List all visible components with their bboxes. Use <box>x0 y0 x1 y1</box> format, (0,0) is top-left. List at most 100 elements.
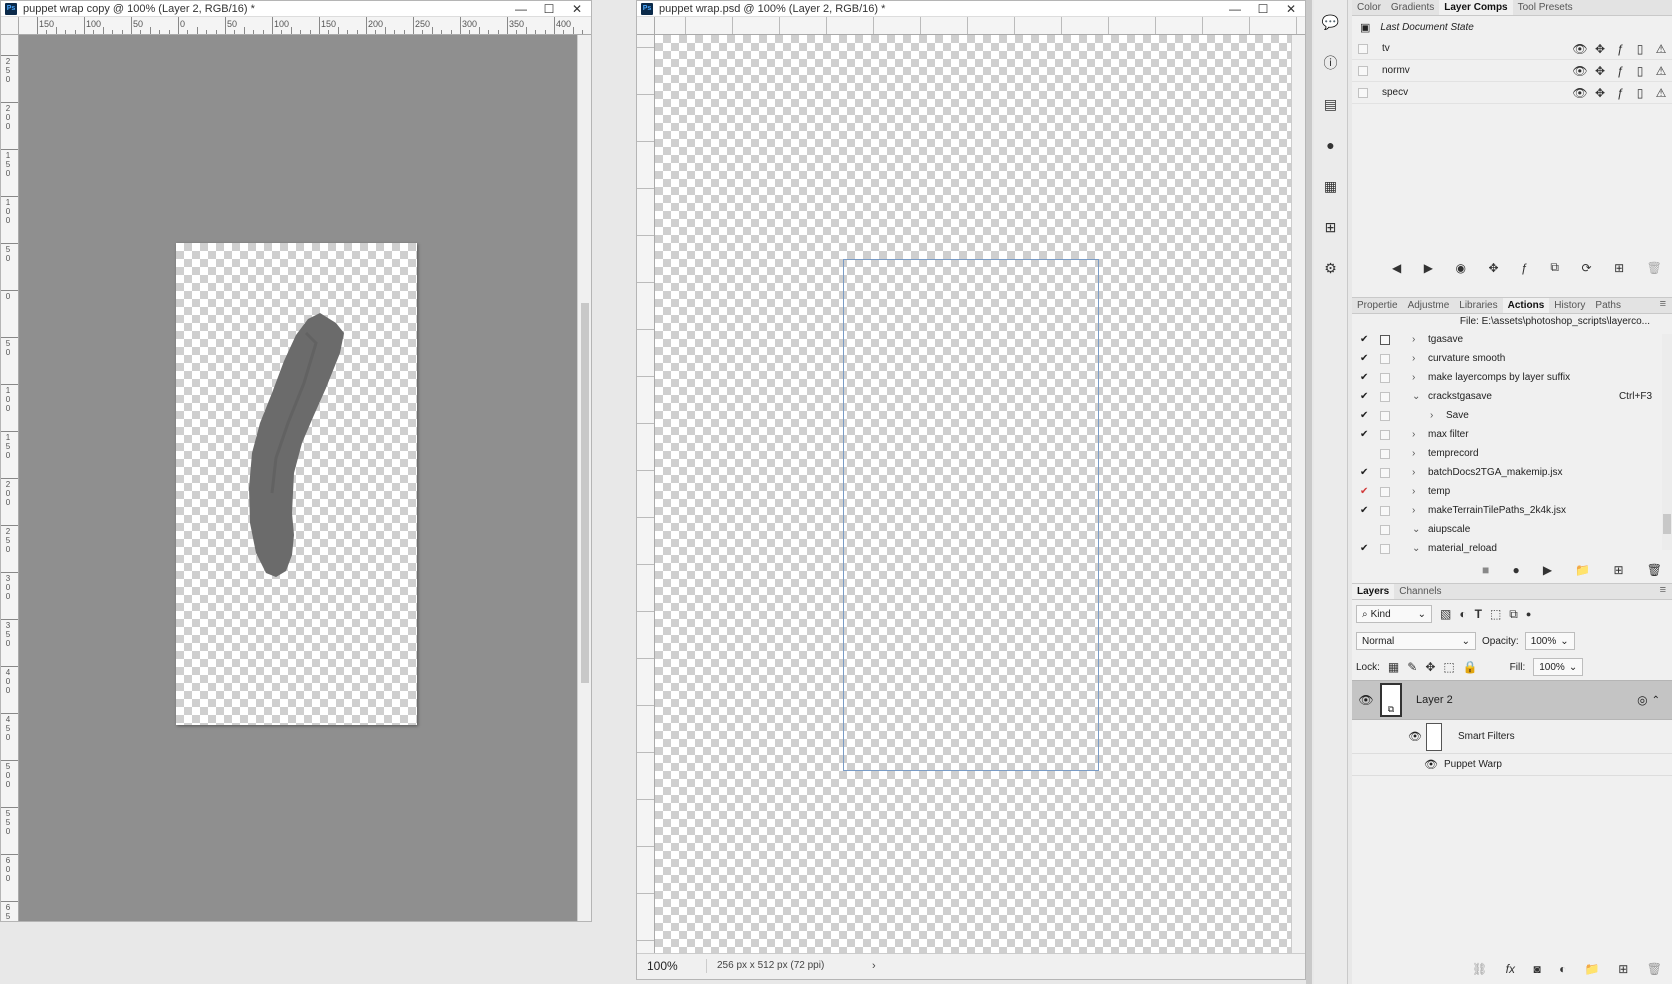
visibility-eye-icon[interactable]: 👁 <box>1570 42 1590 56</box>
action-toggle-check[interactable]: ✔ <box>1360 410 1374 421</box>
layer-thumbnail[interactable]: ⧉ <box>1380 683 1402 717</box>
zoom-level-field[interactable]: 100% <box>637 958 707 973</box>
new-group-icon[interactable]: 📁 <box>1585 962 1600 976</box>
previous-comp-icon[interactable]: ◀ <box>1392 260 1401 275</box>
add-layer-style-icon[interactable]: fx <box>1506 962 1515 976</box>
document-icon[interactable]: ▯ <box>1630 42 1650 56</box>
delete-action-icon[interactable]: 🗑 <box>1647 563 1662 577</box>
action-name[interactable]: temp <box>1428 486 1652 497</box>
action-toggle-check[interactable]: ✔ <box>1360 353 1374 364</box>
new-comp-icon[interactable]: ⊞ <box>1614 260 1624 275</box>
smart-filters-row[interactable]: 👁 Smart Filters <box>1352 720 1672 754</box>
action-row[interactable]: ✔ › makeTerrainTilePaths_2k4k.jsx <box>1352 501 1672 520</box>
expand-chevron-icon[interactable]: › <box>1412 486 1424 497</box>
notes-icon[interactable]: ▤ <box>1319 92 1343 116</box>
maximize-button[interactable]: ☐ <box>535 1 563 17</box>
expand-chevron-icon[interactable]: › <box>1412 448 1424 459</box>
dialog-toggle-box[interactable] <box>1380 372 1390 383</box>
sphere-icon[interactable]: ● <box>1319 133 1343 157</box>
layer-name[interactable]: Layer 2 <box>1416 694 1637 706</box>
lock-all-icon[interactable]: 🔒 <box>1463 660 1478 674</box>
visibility-eye-icon[interactable]: 👁 <box>1570 64 1590 78</box>
action-name[interactable]: Save <box>1446 410 1652 421</box>
document-icon[interactable]: ▯ <box>1630 86 1650 100</box>
next-comp-icon[interactable]: ▶ <box>1424 260 1433 275</box>
maximize-button[interactable]: ☐ <box>1249 1 1277 17</box>
action-name[interactable]: batchDocs2TGA_makemip.jsx <box>1428 467 1652 478</box>
layer-comp-row[interactable]: specv 👁 ✥ ƒ ▯ ⚠ <box>1352 82 1672 104</box>
action-name[interactable]: aiupscale <box>1428 524 1652 535</box>
delete-layer-icon[interactable]: 🗑 <box>1647 962 1662 976</box>
horizontal-ruler[interactable] <box>655 17 1305 35</box>
action-name[interactable]: max filter <box>1428 429 1652 440</box>
document-canvas[interactable] <box>176 243 417 725</box>
position-move-icon[interactable]: ✥ <box>1590 64 1610 78</box>
action-toggle-check[interactable]: ✔ <box>1360 334 1374 345</box>
tab-paths[interactable]: Paths <box>1590 298 1626 313</box>
expand-chevron-icon[interactable]: ⌄ <box>1412 543 1424 554</box>
fx-comp-icon[interactable]: ƒ <box>1521 260 1528 275</box>
layer-comp-name[interactable]: normv <box>1382 65 1570 76</box>
smart-filter-indicator-icon[interactable]: ◎ <box>1637 693 1647 707</box>
tab-actions[interactable]: Actions <box>1502 298 1550 313</box>
new-layer-icon[interactable]: ⊞ <box>1618 962 1628 976</box>
dialog-toggle-box[interactable] <box>1380 334 1390 345</box>
action-name[interactable]: makeTerrainTilePaths_2k4k.jsx <box>1428 505 1652 516</box>
puppet-warp-visibility-icon[interactable]: 👁 <box>1424 758 1438 771</box>
expand-chevron-icon[interactable]: › <box>1412 334 1424 345</box>
action-row[interactable]: ✔ ⌄ crackstgasave Ctrl+F3 <box>1352 387 1672 406</box>
blend-mode-select[interactable]: Normal ⌄ <box>1356 632 1476 650</box>
smart-filters-visibility-icon[interactable]: 👁 <box>1408 730 1422 743</box>
shape-filter-icon[interactable]: ⬚ <box>1490 607 1501 621</box>
tab-layer-comps[interactable]: Layer Comps <box>1439 0 1513 15</box>
expand-chevron-icon[interactable]: › <box>1412 505 1424 516</box>
expand-chevron-icon[interactable]: ⌄ <box>1412 391 1424 402</box>
lock-artboard-icon[interactable]: ⬚ <box>1443 660 1454 674</box>
action-name[interactable]: curvature smooth <box>1428 353 1652 364</box>
grid-icon[interactable]: ⊞ <box>1319 215 1343 239</box>
action-toggle-check[interactable]: ✔ <box>1360 467 1374 478</box>
warning-icon[interactable]: ⚠ <box>1650 42 1672 56</box>
table-icon[interactable]: ▦ <box>1319 174 1343 198</box>
tab-properties[interactable]: Propertie <box>1352 298 1403 313</box>
opacity-field[interactable]: 100% ⌄ <box>1524 632 1575 650</box>
puppet-warp-row[interactable]: 👁 Puppet Warp <box>1352 754 1672 776</box>
fx-icon[interactable]: ƒ <box>1610 64 1630 78</box>
action-name[interactable]: tgasave <box>1428 334 1652 345</box>
vertical-ruler[interactable] <box>637 35 655 953</box>
action-toggle-check[interactable]: ✔ <box>1360 486 1374 497</box>
apply-comp-checkbox[interactable] <box>1358 87 1368 98</box>
dialog-toggle-box[interactable] <box>1380 505 1390 516</box>
dialog-toggle-box[interactable] <box>1380 410 1390 421</box>
tab-history[interactable]: History <box>1549 298 1590 313</box>
document-titlebar[interactable]: Ps puppet wrap copy @ 100% (Layer 2, RGB… <box>1 1 591 17</box>
document-titlebar[interactable]: Ps puppet wrap.psd @ 100% (Layer 2, RGB/… <box>637 1 1305 17</box>
dialog-toggle-box[interactable] <box>1380 486 1390 497</box>
dialog-toggle-box[interactable] <box>1380 448 1390 459</box>
status-chevron-icon[interactable]: › <box>872 960 876 972</box>
new-set-folder-icon[interactable]: 📁 <box>1575 563 1590 577</box>
tab-libraries[interactable]: Libraries <box>1454 298 1502 313</box>
action-row[interactable]: ✔ › Save <box>1352 406 1672 425</box>
link-layers-icon[interactable]: ⛓ <box>1472 962 1487 976</box>
action-toggle-check[interactable]: ✔ <box>1360 391 1374 402</box>
position-comp-icon[interactable]: ✥ <box>1489 260 1499 275</box>
tab-adjustments[interactable]: Adjustme <box>1403 298 1455 313</box>
dialog-toggle-box[interactable] <box>1380 467 1390 478</box>
delete-comp-icon[interactable]: 🗑 <box>1647 260 1662 275</box>
pixel-filter-icon[interactable]: ▧ <box>1440 607 1451 621</box>
vertical-scrollbar[interactable] <box>577 35 591 921</box>
vertical-scrollbar[interactable] <box>1291 35 1305 953</box>
canvas-area[interactable] <box>19 35 591 921</box>
action-toggle-check[interactable]: ✔ <box>1360 429 1374 440</box>
apply-comp-checkbox[interactable] <box>1358 65 1368 76</box>
action-name[interactable]: temprecord <box>1428 448 1652 459</box>
action-row[interactable]: ✔ › tgasave <box>1352 330 1672 349</box>
expand-chevron-icon[interactable]: ⌄ <box>1412 524 1424 535</box>
apply-comp-checkbox[interactable] <box>1358 43 1368 54</box>
tab-tool-presets[interactable]: Tool Presets <box>1513 0 1578 15</box>
action-row[interactable]: ✔ › curvature smooth <box>1352 349 1672 368</box>
filter-kind-select[interactable]: ⌕ Kind ⌄ <box>1356 605 1432 623</box>
minimize-button[interactable]: — <box>1221 1 1249 17</box>
info-icon[interactable]: ⓘ <box>1319 51 1343 75</box>
